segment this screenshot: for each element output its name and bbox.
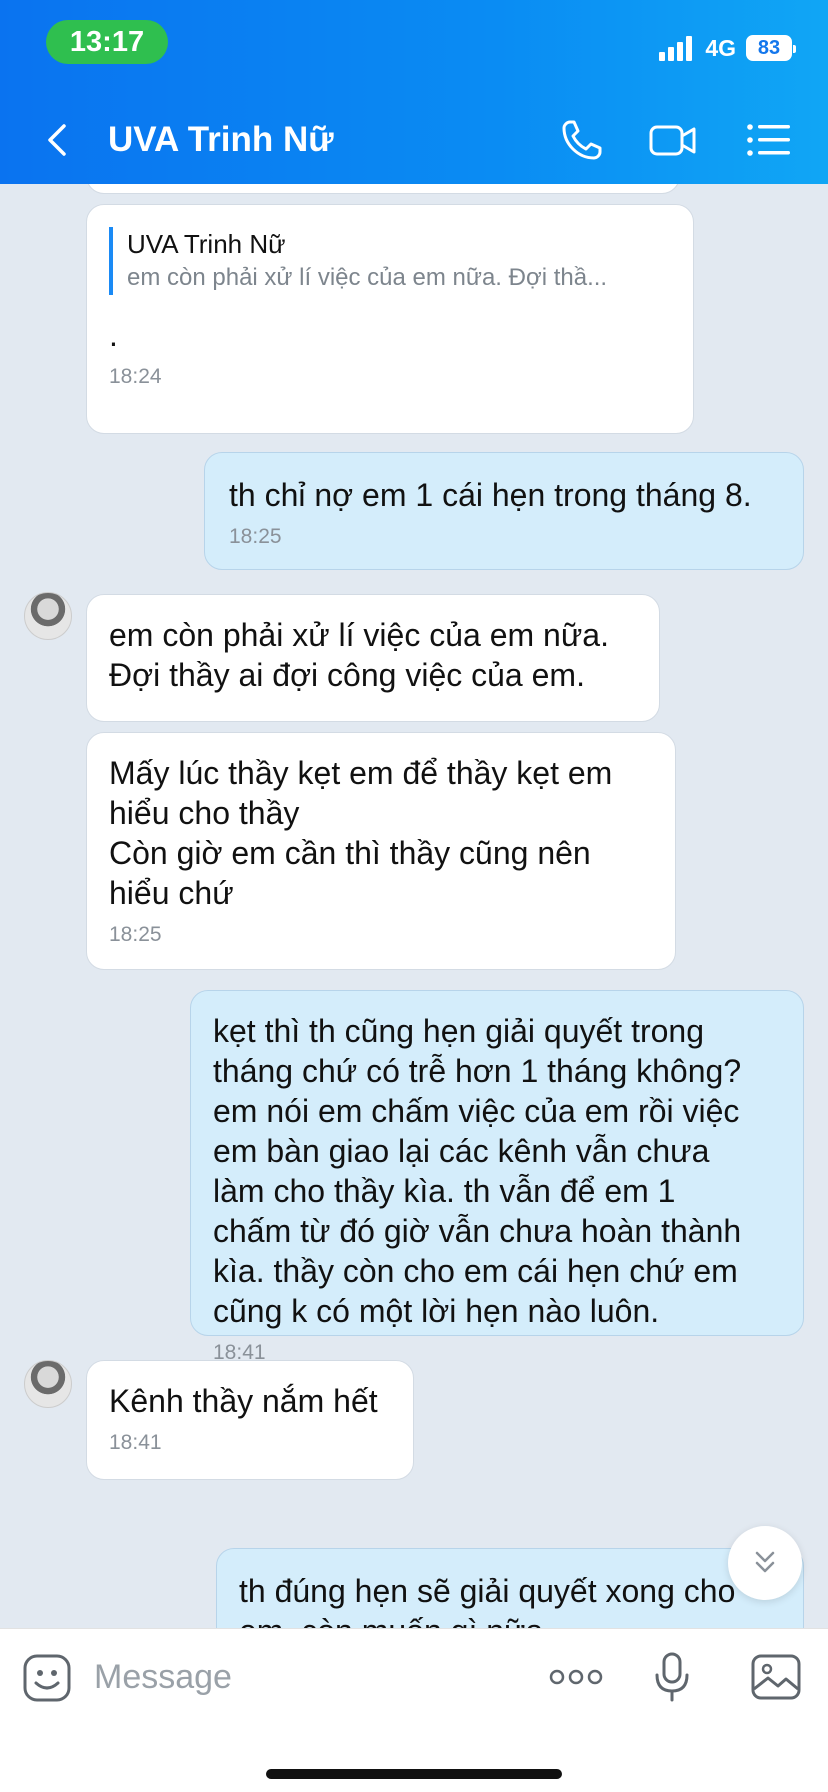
message-text: th chỉ nợ em 1 cái hẹn trong tháng 8. — [229, 477, 752, 513]
battery-icon: 83 — [746, 35, 796, 61]
message-composer — [0, 1628, 828, 1792]
status-time: 13:17 — [46, 20, 168, 64]
avatar[interactable] — [24, 1360, 72, 1408]
message-text: em còn phải xử lí việc của em nữa. Đợi t… — [109, 617, 609, 693]
back-icon[interactable] — [38, 118, 82, 162]
message-bubble-received[interactable]: Mấy lúc thầy kẹt em để thầy kẹt em hiểu … — [86, 732, 676, 970]
video-call-icon[interactable] — [648, 116, 698, 164]
message-bubble-sent[interactable]: th chỉ nợ em 1 cái hẹn trong tháng 8. 18… — [204, 452, 804, 570]
microphone-icon[interactable] — [652, 1651, 692, 1703]
home-indicator — [266, 1769, 562, 1779]
message-bubble-sent[interactable]: th đúng hẹn sẽ giải quyết xong cho em, c… — [216, 1548, 804, 1628]
quoted-text: em còn phải xử lí việc của em nữa. Đợi t… — [127, 264, 608, 291]
message-text: kẹt thì th cũng hẹn giải quyết trong thá… — [213, 1013, 742, 1329]
message-bubble-reply[interactable]: UVA Trinh Nữ em còn phải xử lí việc của … — [86, 204, 694, 434]
signal-icon — [659, 35, 695, 61]
message-time: 18:24 — [109, 365, 162, 388]
quoted-sender-name: UVA Trinh Nữ — [127, 229, 286, 259]
scroll-to-bottom-button[interactable] — [728, 1526, 802, 1600]
status-indicators: 4G 83 — [659, 30, 796, 66]
message-time: 18:25 — [109, 923, 162, 946]
image-gallery-icon[interactable] — [750, 1653, 802, 1701]
message-text: th đúng hẹn sẽ giải quyết xong cho em, c… — [239, 1573, 736, 1628]
message-input[interactable] — [94, 1651, 494, 1703]
chat-header: 13:17 4G 83 UVA Trinh Nữ — [0, 0, 828, 184]
quoted-message[interactable]: UVA Trinh Nữ em còn phải xử lí việc của … — [109, 227, 671, 295]
message-time: 18:25 — [229, 525, 282, 548]
double-chevron-down-icon — [755, 1551, 775, 1573]
message-text: Mấy lúc thầy kẹt em để thầy kẹt em hiểu … — [109, 755, 613, 911]
message-bubble-received[interactable]: em còn phải xử lí việc của em nữa. Đợi t… — [86, 594, 660, 722]
message-list[interactable]: UVA Trinh Nữ em còn phải xử lí việc của … — [0, 184, 828, 1628]
message-bubble-partial — [86, 184, 680, 194]
message-bubble-received[interactable]: Kênh thầy nắm hết 18:41 — [86, 1360, 414, 1480]
message-text: Kênh thầy nắm hết — [109, 1383, 378, 1419]
menu-list-icon[interactable] — [744, 116, 794, 164]
chat-title[interactable]: UVA Trinh Nữ — [108, 118, 334, 162]
message-bubble-sent[interactable]: kẹt thì th cũng hẹn giải quyết trong thá… — [190, 990, 804, 1364]
phone-call-icon[interactable] — [558, 116, 608, 164]
avatar[interactable] — [24, 592, 72, 640]
message-time: 18:41 — [109, 1431, 162, 1454]
more-options-icon[interactable] — [548, 1663, 604, 1691]
sticker-emoji-icon[interactable] — [22, 1653, 72, 1703]
message-text: . — [109, 317, 118, 353]
network-type: 4G — [705, 34, 736, 61]
